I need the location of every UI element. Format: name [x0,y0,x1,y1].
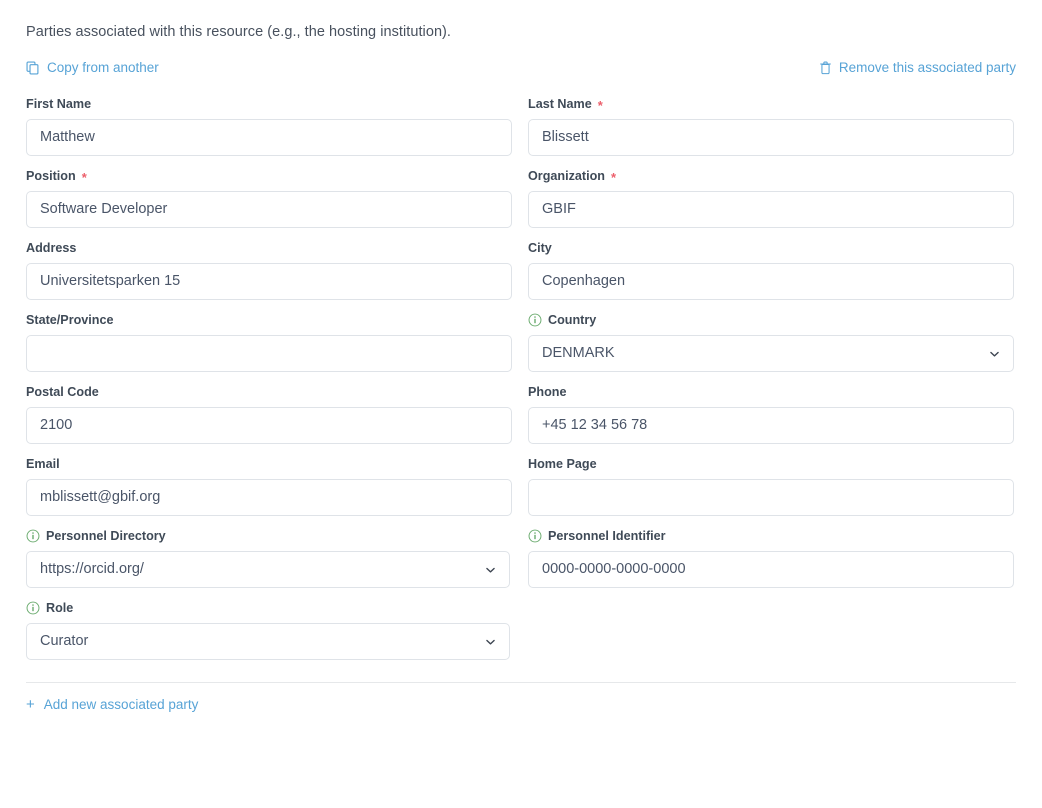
remove-associated-party-label: Remove this associated party [838,60,1016,76]
email-value: mblissett@gbif.org [40,490,161,505]
info-icon[interactable] [26,601,40,615]
postal-code-value: 2100 [40,418,73,433]
panel-description: Parties associated with this resource (e… [26,24,452,40]
personnel-directory-select[interactable]: https://orcid.org/ [26,551,510,588]
postal-code-input[interactable]: 2100 [26,407,512,444]
position-input[interactable]: Software Developer [26,191,512,228]
organization-label-text: Organization [528,169,605,183]
organization-input[interactable]: GBIF [528,191,1014,228]
copy-from-another-button[interactable]: Copy from another [26,61,159,75]
field-first-name: First Name Matthew [26,96,512,156]
add-new-associated-party-label: Add new associated party [43,696,199,712]
field-city: City Copenhagen [528,240,1014,300]
role-value: Curator [40,634,89,649]
state-province-label: State/Province [26,312,512,328]
personnel-directory-label-text: Personnel Directory [46,529,166,543]
field-personnel-directory: Personnel Directory https://orcid.org/ [26,528,512,588]
field-position: Position * Software Developer [26,168,512,228]
panel-actions: Copy from another Remove this associated… [26,58,1016,78]
chevron-down-icon [484,635,497,648]
email-label-text: Email [26,457,60,471]
state-province-input[interactable] [26,335,512,372]
field-last-name: Last Name * Blissett [528,96,1014,156]
field-country: Country DENMARK [528,312,1014,372]
field-role: Role Curator [26,600,512,660]
info-icon[interactable] [528,313,542,327]
country-label: Country [528,312,1014,328]
home-page-input[interactable] [528,479,1014,516]
phone-label-text: Phone [528,385,567,399]
plus-icon: + [26,696,35,713]
copy-icon [26,61,40,75]
empty-cell [528,600,1014,672]
field-phone: Phone +45 12 34 56 78 [528,384,1014,444]
personnel-identifier-label-text: Personnel Identifier [548,529,666,543]
home-page-label: Home Page [528,456,1014,472]
add-new-associated-party-button[interactable]: + Add new associated party [26,697,198,712]
last-name-label: Last Name * [528,96,1014,112]
role-select[interactable]: Curator [26,623,510,660]
postal-code-label: Postal Code [26,384,512,400]
address-value: Universitetsparken 15 [40,274,181,289]
phone-value: +45 12 34 56 78 [542,418,648,433]
required-marker: * [610,169,617,185]
country-label-text: Country [548,313,597,327]
field-home-page: Home Page [528,456,1014,516]
phone-input[interactable]: +45 12 34 56 78 [528,407,1014,444]
role-label: Role [26,600,512,616]
email-input[interactable]: mblissett@gbif.org [26,479,512,516]
city-input[interactable]: Copenhagen [528,263,1014,300]
home-page-label-text: Home Page [528,457,597,471]
phone-label: Phone [528,384,1014,400]
position-label-text: Position [26,169,76,183]
field-personnel-identifier: Personnel Identifier 0000-0000-0000-0000 [528,528,1014,588]
field-organization: Organization * GBIF [528,168,1014,228]
remove-associated-party-button[interactable]: Remove this associated party [819,61,1016,75]
personnel-identifier-input[interactable]: 0000-0000-0000-0000 [528,551,1014,588]
field-postal-code: Postal Code 2100 [26,384,512,444]
email-label: Email [26,456,512,472]
info-icon[interactable] [528,529,542,543]
field-email: Email mblissett@gbif.org [26,456,512,516]
required-marker: * [81,169,87,185]
state-province-label-text: State/Province [26,313,114,327]
first-name-label: First Name [26,96,512,112]
address-label-text: Address [26,241,77,255]
first-name-value: Matthew [40,130,95,145]
city-label: City [528,240,1014,256]
city-label-text: City [528,241,552,255]
address-input[interactable]: Universitetsparken 15 [26,263,512,300]
associated-party-form: First Name Matthew Last Name * Blissett … [26,96,1016,672]
city-value: Copenhagen [542,274,626,289]
postal-code-label-text: Postal Code [26,385,99,399]
required-marker: * [597,97,603,113]
country-select[interactable]: DENMARK [528,335,1014,372]
chevron-down-icon [484,563,497,576]
personnel-directory-label: Personnel Directory [26,528,512,544]
position-value: Software Developer [40,202,168,217]
last-name-value: Blissett [542,130,589,145]
chevron-down-icon [988,347,1001,360]
position-label: Position * [26,168,512,184]
field-address: Address Universitetsparken 15 [26,240,512,300]
trash-icon [819,61,832,75]
last-name-label-text: Last Name [528,97,592,111]
personnel-identifier-label: Personnel Identifier [528,528,1014,544]
country-value: DENMARK [542,346,615,361]
personnel-directory-value: https://orcid.org/ [40,562,144,577]
last-name-input[interactable]: Blissett [528,119,1014,156]
copy-from-another-label: Copy from another [47,60,159,76]
field-state-province: State/Province [26,312,512,372]
first-name-label-text: First Name [26,97,92,111]
role-label-text: Role [46,601,74,615]
associated-party-panel: Parties associated with this resource (e… [0,0,1042,714]
organization-label: Organization * [528,168,1014,184]
first-name-input[interactable]: Matthew [26,119,512,156]
organization-value: GBIF [542,202,576,217]
personnel-identifier-value: 0000-0000-0000-0000 [542,562,686,577]
address-label: Address [26,240,512,256]
info-icon[interactable] [26,529,40,543]
panel-footer: + Add new associated party [26,683,1016,714]
